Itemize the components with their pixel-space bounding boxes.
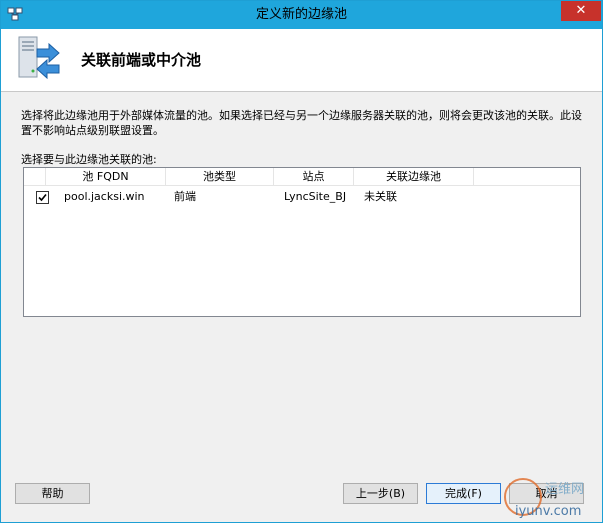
checkbox-column-header[interactable] <box>24 168 46 186</box>
table-row[interactable]: pool.jacksi.win 前端 LyncSite_BJ 未关联 <box>24 188 580 206</box>
checkmark-icon <box>38 193 47 202</box>
column-header-fqdn[interactable]: 池 FQDN <box>46 168 166 186</box>
watermark-line2: iyunv.com <box>515 504 581 519</box>
row-checkbox[interactable] <box>36 191 49 204</box>
help-button[interactable]: 帮助 <box>15 483 90 504</box>
cell-associated: 未关联 <box>364 190 397 203</box>
server-pool-icon <box>15 35 65 85</box>
column-header-associated-edge-pool[interactable]: 关联边缘池 <box>354 168 474 186</box>
pool-list[interactable]: 池 FQDN 池类型 站点 关联边缘池 pool.jacksi.win 前端 L… <box>23 167 581 317</box>
cell-pool-type: 前端 <box>174 190 196 203</box>
column-header-pool-type[interactable]: 池类型 <box>166 168 274 186</box>
finish-button[interactable]: 完成(F) <box>426 483 501 504</box>
window-title: 定义新的边缘池 <box>255 7 347 22</box>
close-button[interactable]: ✕ <box>561 1 601 21</box>
back-button[interactable]: 上一步(B) <box>343 483 418 504</box>
pool-list-header: 池 FQDN 池类型 站点 关联边缘池 <box>24 168 580 186</box>
watermark-line1: 运维网 <box>545 482 584 497</box>
pool-list-label: 选择要与此边缘池关联的池: <box>21 153 157 166</box>
title-bar[interactable]: 定义新的边缘池 ✕ <box>1 1 602 29</box>
cell-fqdn: pool.jacksi.win <box>64 190 145 203</box>
header-band: 关联前端或中介池 <box>1 29 602 91</box>
column-header-site[interactable]: 站点 <box>274 168 354 186</box>
watermark-logo: 运维网 iyunv.com <box>501 471 601 521</box>
description-text: 选择将此边缘池用于外部媒体流量的池。如果选择已经与另一个边缘服务器关联的池，则将… <box>21 109 582 137</box>
page-title: 关联前端或中介池 <box>81 51 202 69</box>
dialog-window: 定义新的边缘池 ✕ 关联前端或中介池 选择将此边缘池用于外部媒体流量的池。如果选… <box>0 0 603 523</box>
cell-site: LyncSite_BJ <box>284 190 347 203</box>
content-panel: 选择将此边缘池用于外部媒体流量的池。如果选择已经与另一个边缘服务器关联的池，则将… <box>1 92 602 522</box>
